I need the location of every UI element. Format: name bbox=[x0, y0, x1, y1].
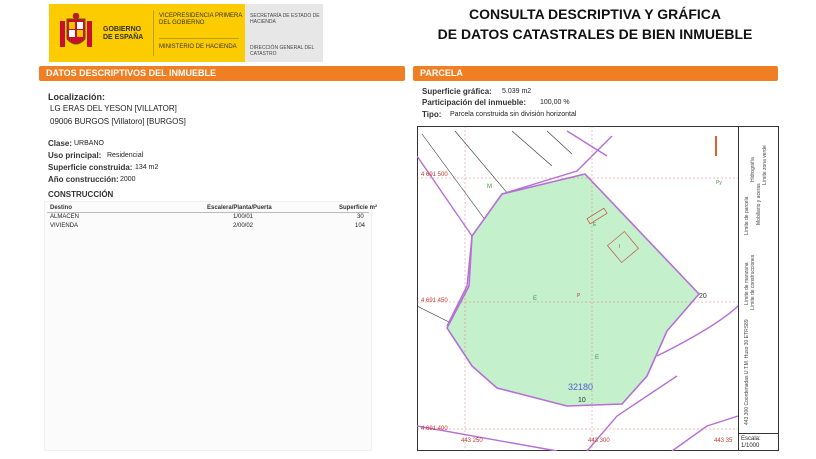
coord-y-3: 4 691 400 bbox=[421, 426, 448, 432]
map-letter-e-2: E bbox=[595, 355, 600, 361]
secretaria-label: SECRETARÍA DE ESTADO DE HACIENDA bbox=[250, 13, 320, 25]
ministerio-label: MINISTERIO DE HACIENDA bbox=[159, 44, 237, 50]
clase-label: Clase: bbox=[48, 139, 73, 148]
parcela-section-bar: PARCELA bbox=[413, 66, 778, 81]
legend-item-4: Límite zona verde bbox=[762, 145, 768, 185]
header-rule bbox=[159, 38, 239, 39]
inmueble-section-bar: DATOS DESCRIPTIVOS DEL INMUEBLE bbox=[39, 66, 405, 81]
construccion-table bbox=[44, 201, 372, 451]
map-letter-i: I bbox=[619, 244, 621, 250]
table-row-1-superficie: 30 bbox=[357, 214, 364, 220]
coord-x-1: 443 250 bbox=[461, 438, 483, 444]
legend-item-6: Límite de construcciones bbox=[750, 254, 756, 310]
anio-label: Año construcción: bbox=[48, 175, 119, 184]
parcela-superficie-value: 5.039 m2 bbox=[502, 88, 532, 95]
localizacion-line-1: LG ERAS DEL YESON [VILLATOR] bbox=[50, 104, 177, 113]
localizacion-line-2: 09006 BURGOS [Villatoro] [BURGOS] bbox=[50, 117, 186, 126]
house-number-20: 20 bbox=[699, 293, 707, 300]
clase-value: URBANO bbox=[74, 140, 104, 147]
construccion-title: CONSTRUCCIÓN bbox=[48, 190, 114, 199]
col-header-planta: Escalera/Planta/Puerta bbox=[207, 205, 272, 211]
coord-y-1: 4 691 500 bbox=[421, 172, 448, 178]
superficie-label: Superficie construida: bbox=[48, 163, 133, 172]
scale-box: Escala: 1/1000 bbox=[738, 433, 779, 451]
participacion-value: 100,00 % bbox=[540, 99, 570, 106]
scale-label: Escala: bbox=[741, 436, 761, 442]
tipo-label: Tipo: bbox=[422, 110, 442, 119]
localizacion-label: Localización: bbox=[48, 92, 106, 102]
vicepresidencia-label: VICEPRESIDENCIA PRIMERA DEL GOBIERNO bbox=[159, 13, 243, 26]
coord-y-2: 4 691 450 bbox=[421, 298, 448, 304]
map-letter-p: P bbox=[577, 293, 581, 299]
scale-value: 1/1000 bbox=[741, 443, 760, 449]
uso-value: Residencial bbox=[107, 152, 144, 159]
coord-x-2: 443 300 bbox=[588, 438, 610, 444]
header-divider bbox=[153, 10, 154, 56]
map-letter-m: M bbox=[487, 184, 492, 190]
anio-value: 2000 bbox=[120, 176, 136, 183]
map-letter-py: Py bbox=[716, 180, 722, 186]
col-header-destino: Destino bbox=[50, 205, 73, 211]
title-line-1: CONSULTA DESCRIPTIVA Y GRÁFICA bbox=[468, 6, 721, 22]
parcel-number-label: 32180 bbox=[568, 382, 594, 392]
gov-grey-panel: SECRETARÍA DE ESTADO DE HACIENDA DIRECCI… bbox=[245, 4, 323, 62]
house-number-10: 10 bbox=[578, 397, 586, 404]
coat-of-arms-icon bbox=[60, 13, 92, 47]
table-row-2-superficie: 104 bbox=[355, 223, 366, 229]
map-letter-e-1: E bbox=[533, 296, 538, 302]
map-letter-e-3: E bbox=[593, 222, 597, 228]
gov-name: GOBIERNO DE ESPAÑA bbox=[103, 26, 144, 41]
superficie-value: 134 m2 bbox=[135, 164, 159, 171]
government-logo-block: GOBIERNO DE ESPAÑA VICEPRESIDENCIA PRIME… bbox=[49, 4, 323, 62]
tipo-value: Parcela construida sin división horizont… bbox=[450, 111, 577, 118]
title-line-2: DE DATOS CATASTRALES DE BIEN INMUEBLE bbox=[437, 26, 753, 42]
utm-text: 443.300 Coordenadas U.T.M. Huso 30 ETRS8… bbox=[744, 319, 750, 425]
col-header-superficie: Superficie m² bbox=[339, 205, 378, 211]
participacion-label: Participación del inmueble: bbox=[422, 98, 527, 107]
table-header-rule bbox=[47, 212, 369, 213]
direccion-label: DIRECCIÓN GENERAL DEL CATASTRO bbox=[250, 45, 315, 57]
parcela-superficie-label: Superficie gráfica: bbox=[422, 87, 492, 96]
coord-x-3: 443 35 bbox=[714, 438, 733, 444]
gov-yellow-panel: GOBIERNO DE ESPAÑA VICEPRESIDENCIA PRIME… bbox=[49, 4, 245, 62]
legend-item-2: Hidrografía bbox=[750, 157, 756, 182]
table-row-2-destino: VIVIENDA bbox=[50, 223, 79, 229]
document-title: CONSULTA DESCRIPTIVA Y GRÁFICA DE DATOS … bbox=[410, 4, 780, 44]
legend-item-3: Mobiliario y aceras bbox=[756, 183, 762, 225]
parcel-area bbox=[446, 173, 701, 407]
table-row-1-planta: 1/00/01 bbox=[233, 214, 254, 220]
legend-item-1: Límite de parcela bbox=[744, 196, 750, 235]
table-row-2-planta: 2/00/02 bbox=[233, 223, 254, 229]
uso-label: Uso principal: bbox=[48, 151, 102, 160]
table-row-1-destino: ALMACEN bbox=[50, 214, 80, 220]
